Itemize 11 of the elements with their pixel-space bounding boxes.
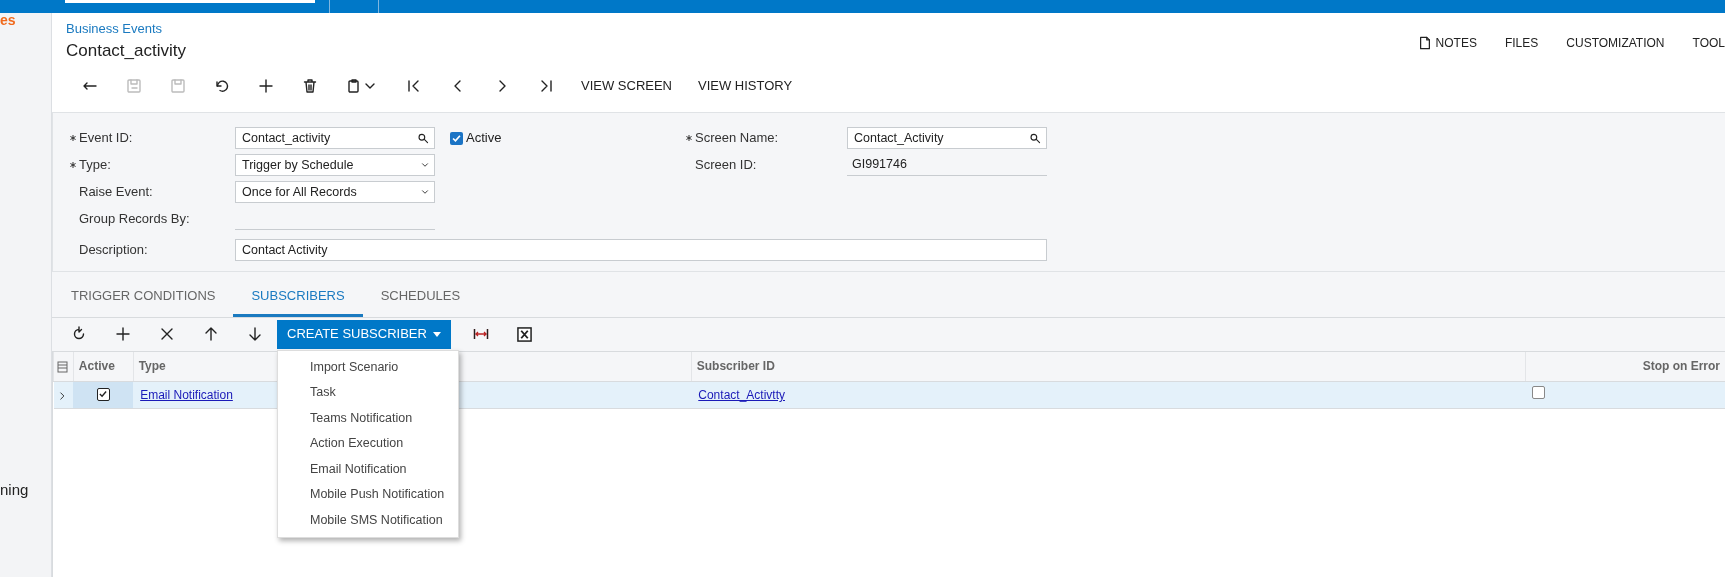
field-label: Event ID:: [79, 129, 133, 148]
read-only-field: GI991746: [847, 154, 1047, 176]
logo-text: es: [0, 13, 16, 27]
field-label: Description:: [79, 241, 148, 260]
field-label: Screen Name:: [695, 129, 779, 148]
page-title: Contact_activity: [66, 40, 186, 62]
field-label: Group Records By:: [79, 210, 190, 229]
field-label: Screen ID:: [695, 156, 757, 175]
checkbox-label: Active: [466, 129, 502, 148]
field-label: Raise Event:: [79, 183, 153, 202]
field-label: Type:: [79, 156, 111, 175]
